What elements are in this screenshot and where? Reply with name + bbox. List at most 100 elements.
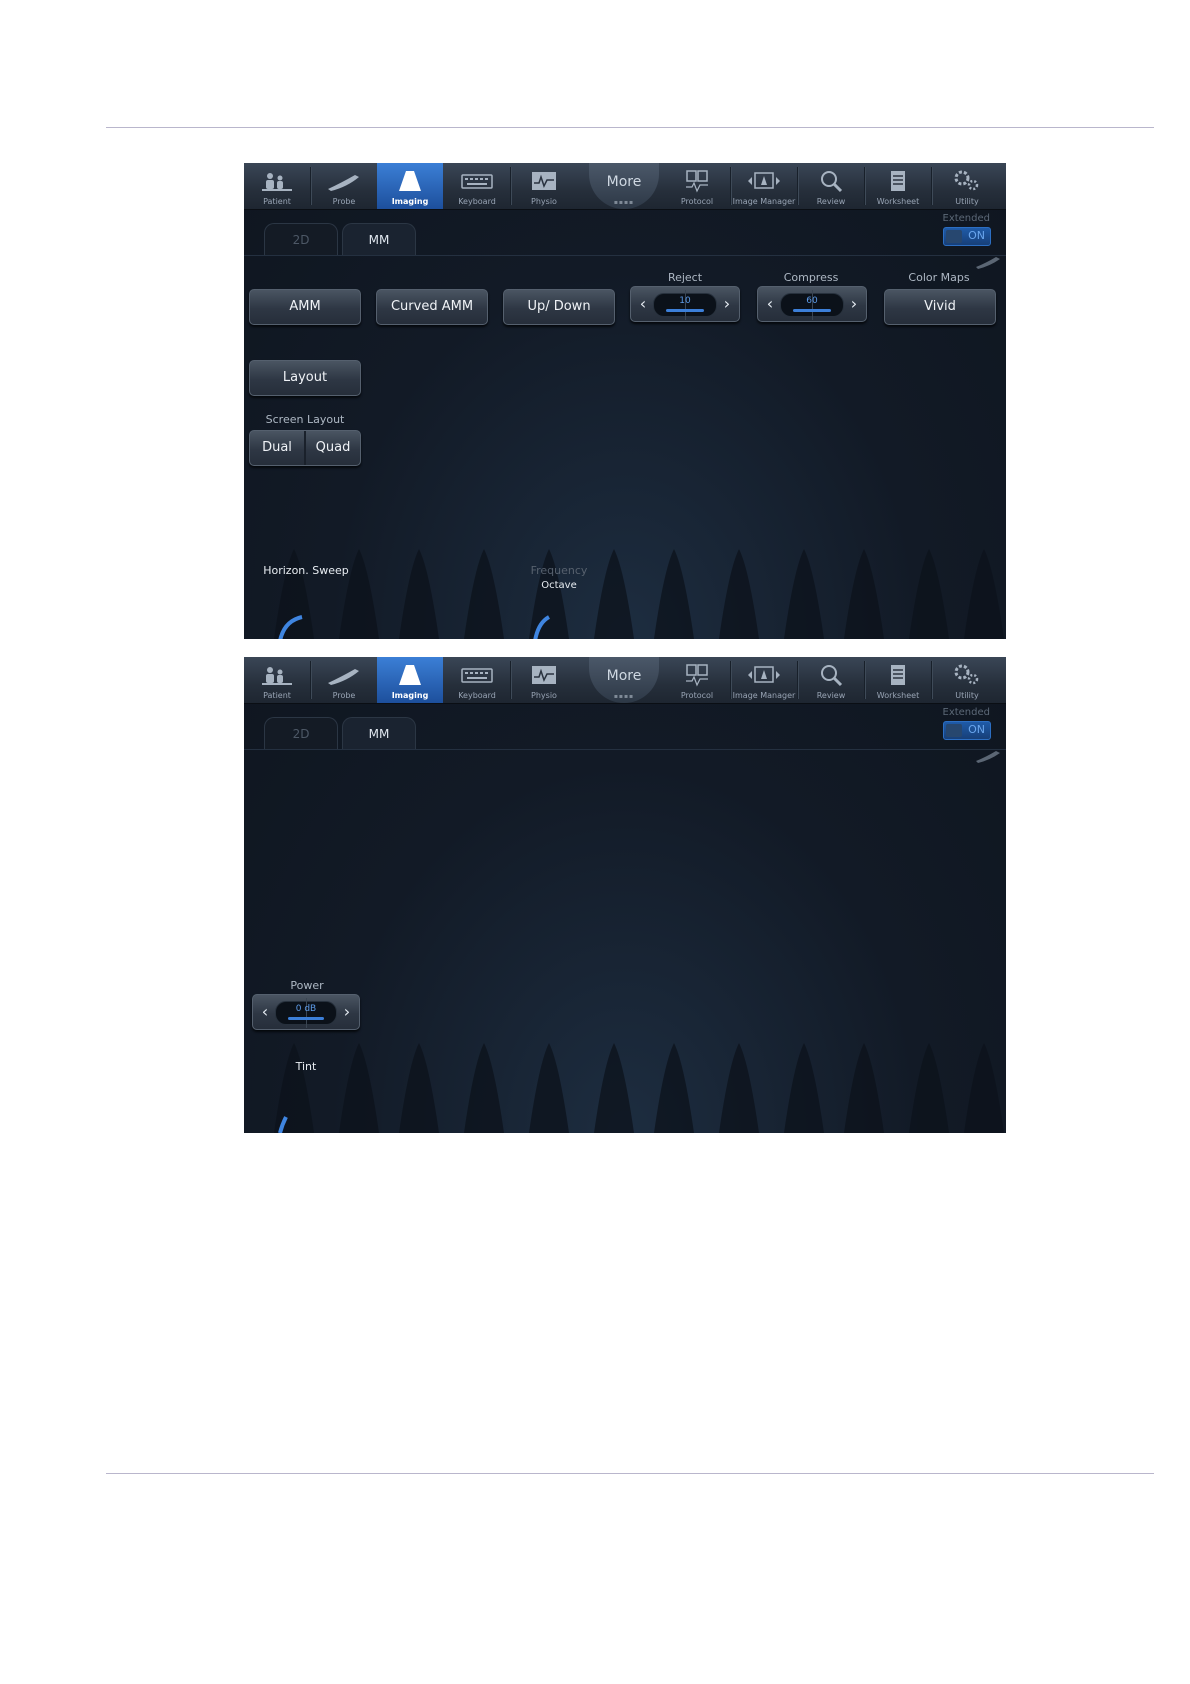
compress-label: Compress	[783, 271, 839, 284]
power-spinner[interactable]: ‹ 0 dB ›	[252, 994, 360, 1030]
chevron-right-icon[interactable]: ›	[844, 287, 864, 321]
extended-label: Extended	[942, 213, 991, 224]
toolbar-image-manager[interactable]: Image Manager	[731, 163, 797, 209]
quad-option[interactable]: Quad	[306, 431, 360, 465]
reject-label: Reject	[667, 271, 703, 284]
probe-icon	[328, 669, 359, 685]
toolbar-imaging[interactable]: Imaging	[377, 163, 443, 209]
toolbar-probe-label: Probe	[332, 691, 356, 700]
dual-option[interactable]: Dual	[250, 431, 304, 465]
amm-button[interactable]: AMM	[249, 289, 361, 325]
compress-level-bar	[793, 309, 831, 312]
utility-icon	[954, 664, 979, 685]
toolbar-keyboard[interactable]: Keyboard	[444, 657, 510, 703]
tab-2d[interactable]: 2D	[264, 717, 338, 750]
color-maps-label: Color Maps	[908, 271, 970, 284]
toolbar-patient[interactable]: Patient	[244, 657, 310, 703]
toolbar-review-label: Review	[816, 197, 846, 206]
tint-knob[interactable]	[266, 1103, 306, 1133]
toolbar-patient[interactable]: Patient	[244, 163, 310, 209]
toolbar-image-manager[interactable]: Image Manager	[731, 657, 797, 703]
review-icon	[821, 665, 843, 687]
tab-underline	[244, 749, 1006, 750]
toolbar-imaging-label: Imaging	[391, 197, 429, 206]
toolbar-worksheet[interactable]: Worksheet	[865, 163, 931, 209]
probe-corner-icon	[976, 751, 1000, 763]
toolbar-worksheet-label: Worksheet	[876, 691, 920, 700]
toolbar-image-manager-label: Image Manager	[732, 691, 796, 700]
protocol-icon	[686, 170, 708, 193]
utility-icon	[954, 170, 979, 191]
toolbar-utility[interactable]: Utility	[934, 657, 1000, 703]
toolbar-separator	[931, 167, 933, 205]
toolbar-imaging-label: Imaging	[391, 691, 429, 700]
footer-rule	[106, 1473, 1154, 1474]
horizon-sweep-label: Horizon. Sweep	[263, 564, 349, 577]
chevron-right-icon[interactable]: ›	[337, 995, 357, 1029]
extended-toggle[interactable]: ON	[943, 227, 991, 246]
toolbar-review[interactable]: Review	[798, 657, 864, 703]
toolbar-review[interactable]: Review	[798, 163, 864, 209]
tab-2d[interactable]: 2D	[264, 223, 338, 256]
tab-mm[interactable]: MM	[342, 717, 416, 750]
frequency-knob[interactable]	[529, 611, 569, 639]
toolbar-probe-label: Probe	[332, 197, 356, 206]
chevron-left-icon[interactable]: ‹	[633, 287, 653, 321]
toolbar-physio-label: Physio	[531, 197, 557, 206]
reject-value: 10	[679, 296, 691, 306]
toolbar-protocol-label: Protocol	[680, 197, 714, 206]
touchscreen-panel-mm-page2: Patient Probe Imaging Keyboard Physio Mo…	[244, 657, 1006, 1133]
toolbar-probe[interactable]: Probe	[311, 163, 377, 209]
reject-spinner[interactable]: ‹ 10 ›	[630, 286, 740, 322]
toolbar-physio[interactable]: Physio	[511, 163, 577, 209]
toolbar-protocol-label: Protocol	[680, 691, 714, 700]
extended-state: ON	[968, 229, 985, 242]
imaging-icon	[399, 171, 421, 191]
toolbar-review-label: Review	[816, 691, 846, 700]
tab-mm[interactable]: MM	[342, 223, 416, 256]
keyboard-icon	[461, 668, 493, 683]
horizon-sweep-knob[interactable]	[274, 611, 314, 639]
more-button[interactable]: More ▪▪▪▪	[589, 657, 659, 703]
extended-state: ON	[968, 723, 985, 736]
toggle-knob	[946, 230, 962, 243]
toolbar-worksheet[interactable]: Worksheet	[865, 657, 931, 703]
toolbar-utility[interactable]: Utility	[934, 163, 1000, 209]
toolbar-keyboard[interactable]: Keyboard	[444, 163, 510, 209]
reject-value-well: 10	[653, 290, 717, 320]
toolbar-patient-label: Patient	[263, 197, 291, 206]
curved-amm-button[interactable]: Curved AMM	[376, 289, 488, 325]
physio-icon	[532, 666, 556, 684]
chevron-left-icon[interactable]: ‹	[255, 995, 275, 1029]
extended-toggle[interactable]: ON	[943, 721, 991, 740]
background-rays	[274, 1043, 1004, 1133]
keyboard-icon	[461, 174, 493, 189]
toolbar-probe[interactable]: Probe	[311, 657, 377, 703]
background-rays	[274, 549, 1004, 639]
touchscreen-panel-mm-page1: Patient Probe Imaging Keyboard Physio Mo…	[244, 163, 1006, 639]
toolbar-imaging[interactable]: Imaging	[377, 657, 443, 703]
review-icon	[821, 171, 843, 193]
layout-button[interactable]: Layout	[249, 360, 361, 396]
patient-icon	[262, 667, 292, 685]
toolbar-image-manager-label: Image Manager	[732, 197, 796, 206]
image-manager-icon	[748, 172, 780, 189]
frequency-value: Octave	[541, 580, 577, 591]
up-down-button[interactable]: Up/ Down	[503, 289, 615, 325]
toolbar-separator	[931, 661, 933, 699]
toolbar-protocol[interactable]: Protocol	[664, 657, 730, 703]
chevron-right-icon[interactable]: ›	[717, 287, 737, 321]
physio-icon	[532, 172, 556, 190]
toolbar-protocol[interactable]: Protocol	[664, 163, 730, 209]
compress-spinner[interactable]: ‹ 60 ›	[757, 286, 867, 322]
more-button[interactable]: More ▪▪▪▪	[589, 163, 659, 209]
toolbar-physio[interactable]: Physio	[511, 657, 577, 703]
tab-underline	[244, 255, 1006, 256]
tint-label: Tint	[295, 1060, 317, 1073]
top-toolbar: Patient Probe Imaging Keyboard Physio Mo…	[244, 657, 1006, 704]
compress-value-well: 60	[780, 290, 844, 320]
color-maps-button[interactable]: Vivid	[884, 289, 996, 325]
imaging-icon	[399, 665, 421, 685]
power-value-well: 0 dB	[275, 998, 337, 1028]
chevron-left-icon[interactable]: ‹	[760, 287, 780, 321]
